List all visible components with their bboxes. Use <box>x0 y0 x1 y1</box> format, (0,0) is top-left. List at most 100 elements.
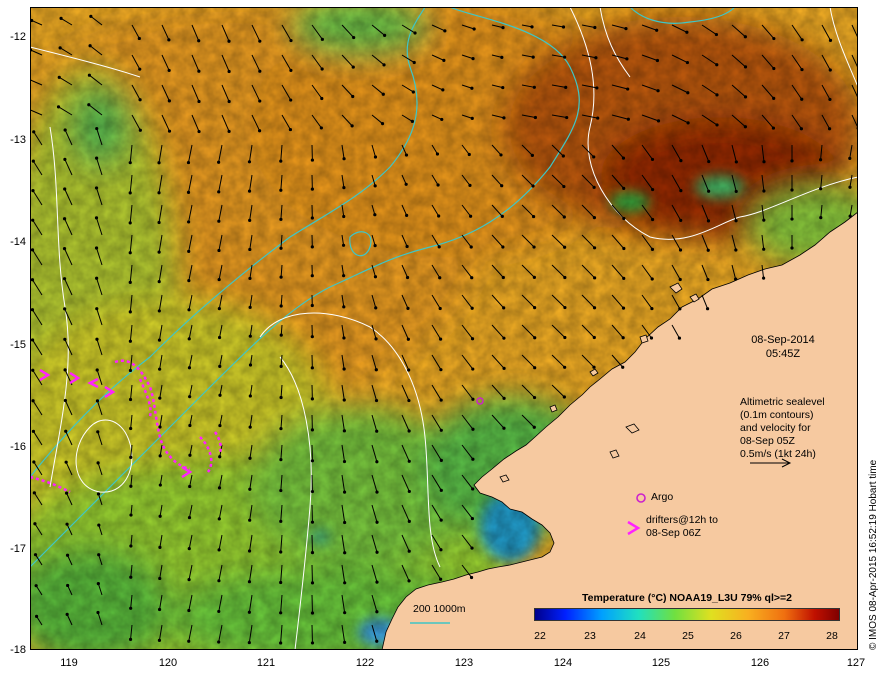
velocity-arrow-head <box>128 637 133 641</box>
velocity-arrow-head <box>187 279 191 283</box>
velocity-arrow-head <box>443 29 447 33</box>
velocity-arrow-head <box>128 221 132 225</box>
velocity-arrow-head <box>439 488 443 492</box>
velocity-arrow-head <box>563 365 567 369</box>
velocity-arrow-head <box>217 277 221 282</box>
velocity-arrow-head <box>217 160 221 164</box>
velocity-arrow-head <box>799 127 803 131</box>
velocity-arrow-head <box>258 39 262 43</box>
velocity-arrow-head <box>188 395 192 399</box>
velocity-arrow-head <box>279 519 283 523</box>
velocity-arrow-head <box>470 276 474 280</box>
velocity-arrow-head <box>310 489 315 494</box>
velocity-arrow-head <box>375 520 379 524</box>
velocity-arrow-head <box>622 186 626 190</box>
velocity-arrow-head <box>351 94 355 99</box>
velocity-arrow-head <box>248 456 252 460</box>
velocity-arrow-head <box>407 549 411 553</box>
velocity-arrow-head <box>407 368 411 372</box>
velocity-arrow-head <box>64 429 68 433</box>
velocity-arrow-head <box>407 398 411 403</box>
velocity-arrow-head <box>279 395 283 400</box>
velocity-arrow-head <box>217 306 221 311</box>
velocity-arrow-head <box>734 219 738 223</box>
velocity-arrow-head <box>95 156 99 160</box>
velocity-arrow-head <box>32 491 36 495</box>
velocity-arrow-head <box>31 429 36 433</box>
velocity-arrow-head <box>158 514 162 518</box>
velocity-arrow-head <box>650 247 655 251</box>
velocity-arrow-head <box>63 368 67 372</box>
velocity-arrow-head <box>621 156 626 160</box>
velocity-arrow-head <box>375 429 379 433</box>
velocity-arrow-head <box>470 546 474 550</box>
velocity-arrow-head <box>248 394 252 398</box>
velocity-arrow-head <box>563 335 567 340</box>
velocity-arrow-head <box>247 160 252 164</box>
velocity-arrow-head <box>31 368 35 372</box>
velocity-arrow-head <box>790 217 794 221</box>
velocity-arrow-head <box>439 428 443 432</box>
velocity-arrow-head <box>621 336 625 340</box>
velocity-arrow-head <box>158 545 162 549</box>
velocity-arrow-head <box>715 123 719 127</box>
velocity-arrow-head <box>97 523 101 527</box>
velocity-arrow-head <box>64 460 68 464</box>
velocity-arrow-head <box>743 65 748 69</box>
velocity-arrow-head <box>532 425 536 429</box>
velocity-arrow-head <box>828 97 832 102</box>
velocity-arrow-head <box>167 99 171 103</box>
velocity-arrow-head <box>626 87 630 91</box>
velocity-arrow-head <box>706 219 711 223</box>
velocity-arrow-head <box>373 155 378 159</box>
velocity-arrow-head <box>592 365 596 369</box>
velocity-arrow-head <box>531 184 535 188</box>
velocity-arrow-head <box>342 336 346 340</box>
velocity-arrow-head <box>197 69 201 73</box>
velocity-arrow-head <box>375 550 379 554</box>
velocity-arrow-head <box>705 307 710 311</box>
velocity-arrow-head <box>62 277 67 281</box>
velocity-arrow-head <box>405 213 409 217</box>
velocity-arrow-head <box>563 305 567 310</box>
lat-tick: -15 <box>10 339 26 351</box>
velocity-arrow-head <box>532 275 536 279</box>
velocity-arrow-head <box>375 460 379 464</box>
velocity-arrow-head <box>187 220 191 224</box>
velocity-arrow-head <box>624 26 628 31</box>
argo-legend-label: Argo <box>651 491 674 503</box>
velocity-arrow-head <box>95 368 99 372</box>
velocity-arrow-head <box>157 309 161 313</box>
velocity-arrow-head <box>828 68 832 72</box>
velocity-arrow-head <box>187 515 192 520</box>
velocity-arrow-head <box>279 364 283 368</box>
velocity-arrow-head <box>279 580 283 585</box>
velocity-arrow-head <box>30 278 35 282</box>
velocity-arrow-head <box>621 306 626 310</box>
velocity-arrow-head <box>707 159 711 164</box>
sst-map[interactable] <box>30 7 858 650</box>
colorbar-label: 23 <box>584 630 596 642</box>
velocity-arrow-head <box>129 544 133 548</box>
velocity-arrow-head <box>502 366 506 370</box>
velocity-arrow-head <box>95 307 99 311</box>
velocity-arrow-head <box>63 337 67 341</box>
velocity-arrow-head <box>33 522 37 526</box>
velocity-arrow-head <box>650 306 654 311</box>
velocity-arrow-head <box>562 215 566 219</box>
velocity-arrow-head <box>438 276 442 280</box>
velocity-arrow-head <box>64 491 69 495</box>
velocity-arrow-head <box>679 218 683 222</box>
velocity-arrow-head <box>678 307 682 311</box>
velocity-arrow-head <box>94 216 99 220</box>
velocity-arrow-head <box>471 427 475 431</box>
velocity-arrow-head <box>248 305 252 309</box>
velocity-arrow-head <box>563 245 567 249</box>
velocity-arrow-head <box>743 35 747 39</box>
velocity-arrow-head <box>279 488 283 493</box>
velocity-arrow-head <box>530 153 534 157</box>
velocity-arrow-head <box>157 191 161 195</box>
velocity-arrow-head <box>32 460 36 464</box>
velocity-arrow-head <box>95 337 99 341</box>
velocity-arrow-head <box>848 156 852 160</box>
